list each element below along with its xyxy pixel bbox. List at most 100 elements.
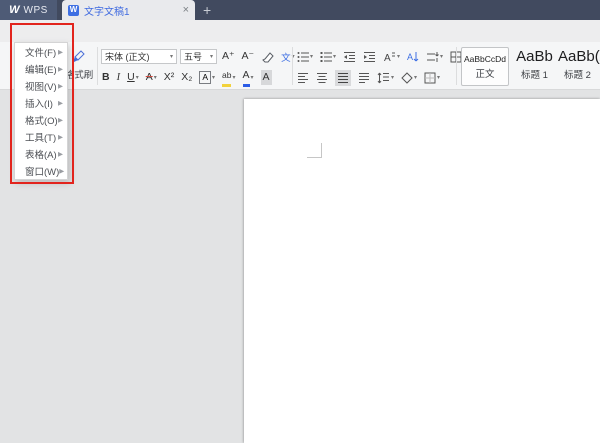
document-icon: W [68,4,79,16]
subscript-button[interactable]: X₂ [181,70,192,85]
font-size-value: 五号 [184,52,203,62]
superscript-button[interactable]: X² [164,70,175,85]
asian-layout-icon [427,51,439,62]
style-heading-1[interactable]: AaBb 标题 1 [513,47,556,86]
style-normal[interactable]: AaBbCcDd 正文 [461,47,509,86]
borders-icon [424,72,436,83]
menu-item-table[interactable]: 表格(A) ▶ [15,145,67,162]
bullet-list-icon [297,51,309,62]
menu-item-window[interactable]: 窗口(W) ▶ [15,162,67,179]
increase-indent-icon[interactable] [363,51,376,63]
shrink-font-button[interactable]: A⁻ [242,49,255,64]
chevron-down-icon: ▾ [250,75,254,81]
sort-icon: A [407,51,419,62]
document-tab[interactable]: W 文字文稿1 × [62,0,195,20]
align-justify-button[interactable] [335,69,351,86]
strikethrough-label: A [145,71,153,83]
new-tab-button[interactable]: + [203,1,211,19]
wps-home-tab[interactable]: W WPS [0,0,57,20]
font-name-value: 宋体 (正文) [105,52,150,62]
chevron-down-icon: ▾ [135,75,139,81]
menu-item-insert[interactable]: 插入(I) ▶ [15,94,67,111]
menu-item-edit[interactable]: 编辑(E) ▶ [15,60,67,77]
font-size-select[interactable]: 五号 ▾ [180,49,217,64]
group-separator [292,47,293,85]
pinyin-icon: 文 [281,52,291,64]
menu-item-label: 文件(F) [25,47,57,59]
document-area [0,90,600,443]
submenu-arrow-icon: ▶ [58,133,63,141]
menu-item-label: 视图(V) [25,81,57,93]
chevron-down-icon: ▾ [153,75,157,81]
chevron-down-icon: ▾ [440,54,444,60]
chevron-down-icon: ▾ [333,54,337,60]
underline-label: U [127,71,135,83]
menu-bar: 文件 ▾ ▾ 开始 插入 页面布局 引用 审阅 视 [0,20,600,60]
clear-format-button[interactable] [261,50,274,63]
group-separator [97,47,98,85]
menu-item-label: 工具(T) [25,132,57,144]
align-center-icon[interactable] [316,72,328,84]
menu-item-label: 窗口(W) [25,166,60,178]
text-highlight-button[interactable]: ab ▾ [222,68,236,87]
wps-logo-icon: W [9,3,20,16]
borders-button[interactable]: ▾ [424,72,440,84]
group-separator [456,47,457,85]
chevron-down-icon: ▾ [310,54,314,60]
menu-item-label: 插入(I) [25,98,53,110]
style-preview: AaBb [516,48,553,65]
shading-button[interactable]: ▾ [401,71,417,84]
format-painter-icon[interactable] [70,50,85,65]
submenu-arrow-icon: ▶ [58,82,63,90]
eraser-icon [262,52,274,63]
submenu-arrow-icon: ▶ [58,48,63,56]
bold-button[interactable]: B [102,70,110,85]
menu-item-label: 表格(A) [25,149,57,161]
submenu-arrow-icon: ▶ [58,65,63,73]
menu-item-format[interactable]: 格式(O) ▶ [15,111,67,128]
align-left-icon[interactable] [297,72,309,84]
chevron-down-icon: ▾ [437,75,441,81]
style-heading-2[interactable]: AaBb(A 标题 2 [558,47,600,86]
distribute-icon[interactable] [358,72,370,84]
menu-item-file[interactable]: 文件(F) ▶ [15,43,67,60]
italic-button[interactable]: I [117,70,121,85]
style-label: 标题 1 [521,70,548,81]
chevron-down-icon: ▾ [212,75,216,81]
font-color-button[interactable]: A ▾ [242,68,254,87]
chevron-down-icon: ▾ [397,54,401,60]
submenu-arrow-icon: ▶ [58,99,63,107]
underline-button[interactable]: U ▾ [127,70,139,85]
asian-layout-button[interactable]: ▾ [426,51,443,63]
line-spacing-button[interactable]: ▾ [377,72,394,84]
font-name-select[interactable]: 宋体 (正文) ▾ [101,49,177,64]
close-tab-icon[interactable]: × [183,4,189,16]
svg-text:A: A [407,52,413,62]
menu-item-view[interactable]: 视图(V) ▶ [15,77,67,94]
line-spacing-icon [377,72,389,83]
bullet-list-button[interactable]: ▾ [297,51,313,63]
character-shading-button[interactable]: A [260,70,272,85]
character-border-label: A [199,71,211,84]
wps-app-name: WPS [23,4,48,16]
menu-item-tools[interactable]: 工具(T) ▶ [15,128,67,145]
style-label: 标题 2 [564,70,591,81]
title-bar: W WPS W 文字文稿1 × + [0,0,600,20]
strikethrough-button[interactable]: A ▾ [146,70,157,85]
submenu-arrow-icon: ▶ [59,167,65,175]
sort-button[interactable]: A [407,51,419,63]
menu-item-label: 编辑(E) [25,64,57,76]
margin-corner-mark [307,143,322,158]
character-border-button[interactable]: A ▾ [199,71,215,84]
ribbon-toolbar: 格式刷 宋体 (正文) ▾ 五号 ▾ A⁺ A⁻ 文 ▾ B I U ▾ A ▾… [0,42,600,90]
document-page[interactable] [244,99,600,443]
text-direction-button[interactable]: A ▾ [383,51,400,63]
font-color-label: A [242,68,250,87]
chevron-down-icon: ▾ [169,54,173,60]
file-dropdown-menu: 文件(F) ▶ 编辑(E) ▶ 视图(V) ▶ 插入(I) ▶ 格式(O) ▶ … [14,42,68,180]
style-preview: AaBb(A [558,48,600,65]
decrease-indent-icon[interactable] [343,51,356,63]
grow-font-button[interactable]: A⁺ [222,49,235,64]
style-preview: AaBbCcDd [463,54,507,64]
numbered-list-button[interactable]: ▾ [320,51,336,63]
